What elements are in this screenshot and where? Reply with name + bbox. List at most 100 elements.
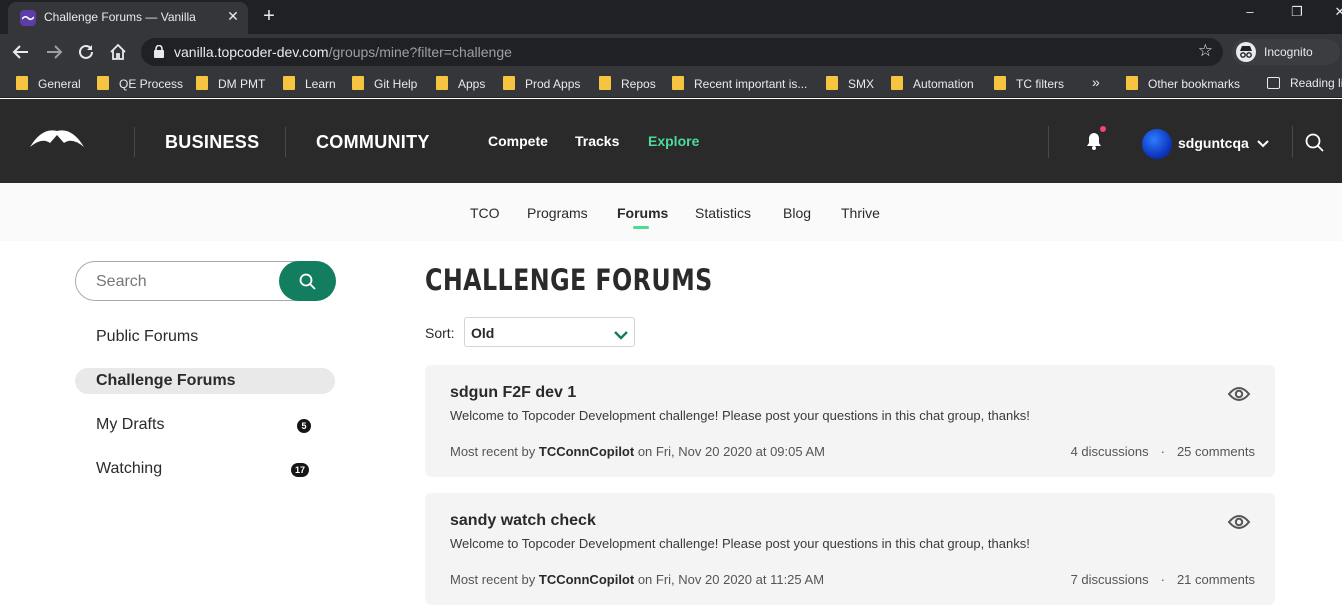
search-icon[interactable] bbox=[1305, 133, 1324, 157]
address-bar[interactable]: vanilla.topcoder-dev.com/groups/mine?fil… bbox=[141, 38, 1223, 66]
sidebar-item-my-drafts[interactable]: My Drafts 5 bbox=[75, 412, 335, 438]
bookmark-item[interactable]: Git Help bbox=[352, 76, 417, 91]
minimize-icon[interactable]: – bbox=[1240, 4, 1260, 19]
folder-icon bbox=[994, 76, 1006, 90]
forum-last-activity: Most recent by TCConnCopilot on Fri, Nov… bbox=[450, 572, 825, 587]
forum-title-link[interactable]: sdgun F2F dev 1 bbox=[450, 384, 576, 402]
folder-icon bbox=[283, 76, 295, 90]
folder-icon bbox=[826, 76, 838, 90]
bookmark-item[interactable]: Recent important is... bbox=[672, 76, 807, 91]
bookmark-item[interactable]: TC filters bbox=[994, 76, 1064, 91]
search-button[interactable] bbox=[279, 261, 336, 301]
browser-toolbar: vanilla.topcoder-dev.com/groups/mine?fil… bbox=[0, 34, 1342, 70]
sort-selected-value: Old bbox=[471, 325, 495, 341]
sort-select[interactable]: Old bbox=[464, 317, 635, 347]
sidebar-item-challenge-forums[interactable]: Challenge Forums bbox=[75, 368, 335, 394]
url-text: vanilla.topcoder-dev.com/groups/mine?fil… bbox=[174, 44, 512, 60]
search-input[interactable] bbox=[96, 273, 276, 291]
forum-stats: 4 discussions · 25 comments bbox=[1070, 444, 1255, 459]
header-divider bbox=[1292, 126, 1293, 158]
notification-dot bbox=[1100, 126, 1106, 132]
eye-icon[interactable] bbox=[1227, 386, 1251, 407]
community-subnav: TCO Programs Forums Statistics Blog Thri… bbox=[0, 183, 1342, 241]
bookmark-item[interactable]: QE Process bbox=[97, 76, 183, 91]
folder-icon bbox=[503, 76, 515, 90]
new-tab-icon[interactable]: + bbox=[258, 5, 280, 27]
reading-list-icon bbox=[1267, 77, 1280, 89]
reload-icon[interactable] bbox=[75, 41, 97, 63]
header-divider bbox=[285, 127, 286, 157]
bookmarks-bar: General QE Process DM PMT Learn Git Help… bbox=[0, 70, 1342, 98]
bookmark-item[interactable]: Learn bbox=[283, 76, 336, 91]
folder-icon bbox=[1126, 76, 1138, 90]
sidebar-item-label: Challenge Forums bbox=[96, 372, 236, 389]
bookmark-item[interactable]: General bbox=[16, 76, 81, 91]
browser-tab[interactable]: Challenge Forums — Vanilla ✕ bbox=[8, 2, 248, 34]
nav-compete[interactable]: Compete bbox=[488, 133, 548, 149]
subnav-statistics[interactable]: Statistics bbox=[695, 205, 751, 221]
bookmarks-overflow-button[interactable]: » bbox=[1092, 74, 1100, 90]
subnav-blog[interactable]: Blog bbox=[783, 205, 811, 221]
window-close-icon[interactable]: ✕ bbox=[1330, 4, 1342, 20]
bookmark-item[interactable]: Apps bbox=[436, 76, 485, 91]
reading-list[interactable]: Reading list bbox=[1267, 76, 1342, 90]
bookmark-item[interactable]: Repos bbox=[599, 76, 656, 91]
folder-icon bbox=[16, 76, 28, 90]
header-divider bbox=[1048, 126, 1049, 158]
bookmark-item[interactable]: Automation bbox=[891, 76, 974, 91]
bookmark-star-icon[interactable]: ☆ bbox=[1198, 41, 1213, 61]
forum-title-link[interactable]: sandy watch check bbox=[450, 512, 596, 530]
incognito-badge[interactable]: Incognito bbox=[1232, 39, 1340, 65]
bookmark-item[interactable]: SMX bbox=[826, 76, 874, 91]
bookmark-item[interactable]: Prod Apps bbox=[503, 76, 580, 91]
forum-description: Welcome to Topcoder Development challeng… bbox=[450, 536, 1030, 551]
business-link[interactable]: BUSINESS bbox=[165, 132, 259, 153]
topcoder-logo-icon[interactable] bbox=[28, 127, 86, 156]
lock-icon bbox=[154, 44, 164, 63]
eye-icon[interactable] bbox=[1227, 514, 1251, 535]
bookmark-item[interactable]: DM PMT bbox=[196, 76, 265, 91]
restore-icon[interactable]: ❐ bbox=[1287, 4, 1307, 20]
forward-icon[interactable] bbox=[43, 41, 65, 63]
nav-tracks[interactable]: Tracks bbox=[575, 133, 619, 149]
sidebar-item-label: Watching bbox=[96, 460, 163, 477]
discussion-count: 4 discussions bbox=[1070, 444, 1149, 459]
username[interactable]: sdguntcqa bbox=[1178, 135, 1249, 151]
discussion-count: 7 discussions bbox=[1070, 572, 1149, 587]
subnav-programs[interactable]: Programs bbox=[527, 205, 588, 221]
tab-close-icon[interactable]: ✕ bbox=[224, 7, 242, 25]
nav-explore[interactable]: Explore bbox=[648, 133, 699, 149]
notification-bell-icon[interactable] bbox=[1086, 132, 1102, 155]
avatar[interactable] bbox=[1142, 129, 1172, 159]
other-bookmarks[interactable]: Other bookmarks bbox=[1126, 76, 1240, 91]
tab-title: Challenge Forums — Vanilla bbox=[44, 10, 196, 24]
folder-icon bbox=[891, 76, 903, 90]
page-title: CHALLENGE FORUMS bbox=[425, 263, 713, 297]
folder-icon bbox=[352, 76, 364, 90]
subnav-thrive[interactable]: Thrive bbox=[841, 205, 880, 221]
author-link[interactable]: TCConnCopilot bbox=[539, 572, 634, 587]
subnav-tco[interactable]: TCO bbox=[470, 205, 500, 221]
active-tab-indicator bbox=[633, 226, 649, 229]
sidebar-item-public-forums[interactable]: Public Forums bbox=[75, 324, 335, 350]
community-link[interactable]: COMMUNITY bbox=[316, 132, 430, 153]
browser-tabstrip: Challenge Forums — Vanilla ✕ + – ❐ ✕ bbox=[0, 0, 1342, 34]
vanilla-favicon-icon bbox=[20, 10, 36, 26]
home-icon[interactable] bbox=[107, 41, 129, 63]
sidebar-item-watching[interactable]: Watching 17 bbox=[75, 456, 335, 482]
chevron-down-icon bbox=[614, 327, 628, 345]
folder-icon bbox=[97, 76, 109, 90]
count-badge: 5 bbox=[297, 419, 311, 433]
forum-description: Welcome to Topcoder Development challeng… bbox=[450, 408, 1030, 423]
folder-icon bbox=[436, 76, 448, 90]
author-link[interactable]: TCConnCopilot bbox=[539, 444, 634, 459]
back-icon[interactable] bbox=[10, 41, 32, 63]
forum-last-activity: Most recent by TCConnCopilot on Fri, Nov… bbox=[450, 444, 825, 459]
comment-count: 21 comments bbox=[1176, 572, 1255, 587]
comment-count: 25 comments bbox=[1176, 444, 1255, 459]
subnav-forums[interactable]: Forums bbox=[617, 205, 668, 221]
sidebar-item-label: My Drafts bbox=[96, 416, 165, 433]
sidebar-item-label: Public Forums bbox=[96, 328, 199, 345]
chevron-down-icon[interactable] bbox=[1257, 135, 1269, 153]
forum-card: sdgun F2F dev 1 Welcome to Topcoder Deve… bbox=[425, 365, 1275, 477]
